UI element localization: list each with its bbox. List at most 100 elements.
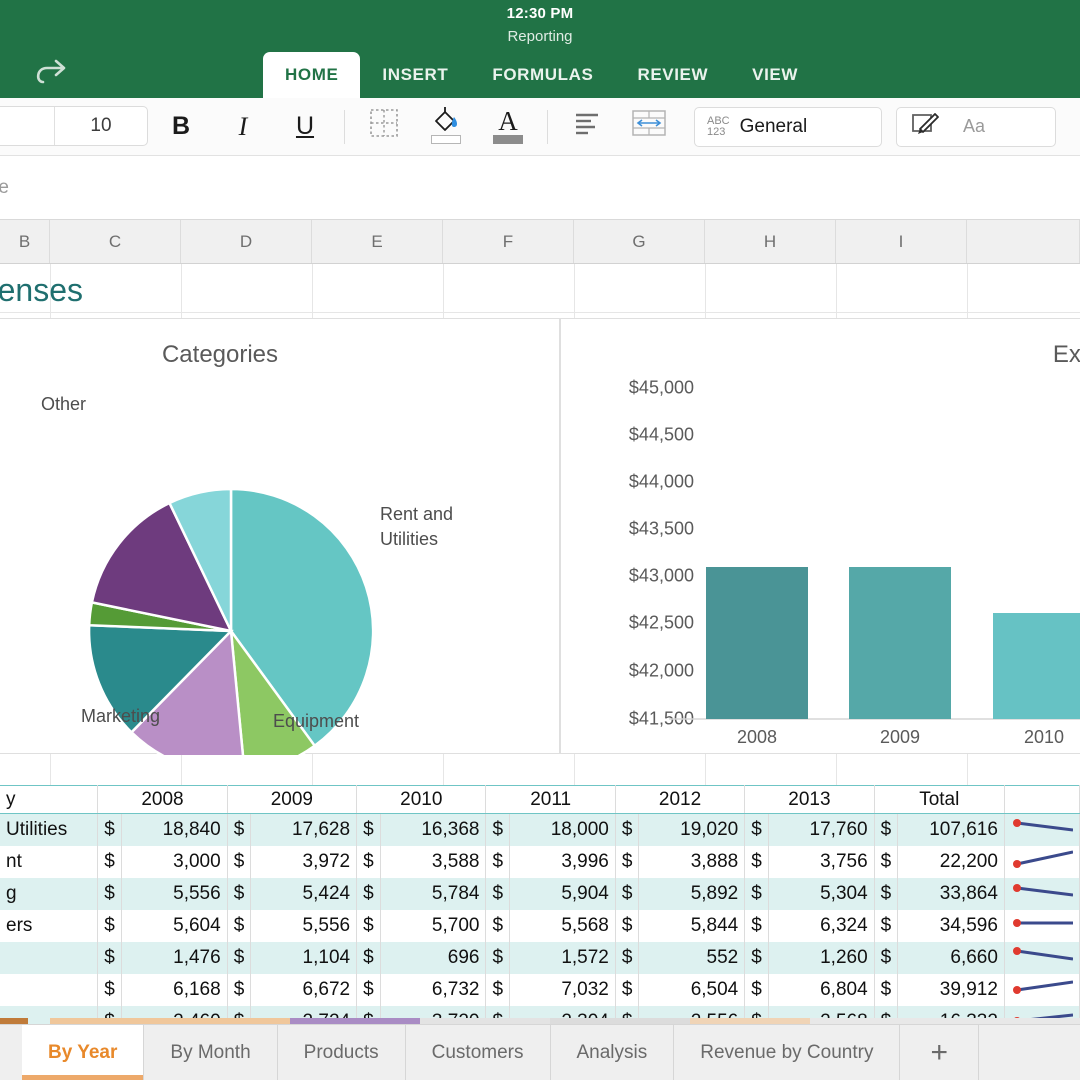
sheet-tab-by-year[interactable]: By Year xyxy=(22,1025,145,1080)
currency-symbol: $ xyxy=(874,878,899,910)
column-header-f[interactable]: F xyxy=(443,220,574,263)
row-label xyxy=(0,942,99,974)
font-size-input[interactable]: 10 xyxy=(55,107,147,145)
currency-symbol: $ xyxy=(227,878,252,910)
currency-symbol: $ xyxy=(615,942,640,974)
currency-symbol: $ xyxy=(615,910,640,942)
add-sheet-button[interactable]: + xyxy=(900,1025,979,1080)
redo-arrow-icon xyxy=(33,55,69,89)
row-label: g xyxy=(0,878,99,910)
cell-total: 34,596 xyxy=(897,910,1005,942)
sparkline-cell xyxy=(1004,846,1080,878)
currency-symbol: $ xyxy=(227,813,252,846)
cell-2010: 696 xyxy=(380,942,487,974)
cell-styles-button[interactable]: Aa xyxy=(896,106,1056,147)
currency-symbol: $ xyxy=(874,942,899,974)
tab-review[interactable]: REVIEW xyxy=(615,52,730,98)
pie-label-equipment: Equipment xyxy=(273,711,360,731)
column-header-g[interactable]: G xyxy=(574,220,705,263)
currency-symbol: $ xyxy=(356,846,381,878)
formula-bar[interactable]: re xyxy=(0,156,1080,220)
column-header-i[interactable]: I xyxy=(836,220,967,263)
tab-view[interactable]: VIEW xyxy=(730,52,820,98)
excel-app-window: 12:30 PM Reporting HOME INSERT FORMULAS … xyxy=(0,0,1080,1080)
currency-symbol: $ xyxy=(485,910,511,942)
spreadsheet-grid: oso Expenses Categories xyxy=(0,264,1080,1024)
align-left-icon xyxy=(573,111,601,142)
bar-xtick-2010: 2010 xyxy=(1023,727,1065,747)
font-name-input[interactable] xyxy=(0,107,55,145)
table-header-2009: 2009 xyxy=(227,785,358,814)
font-color-button[interactable]: A xyxy=(477,104,539,150)
cell-2011: 5,568 xyxy=(509,910,616,942)
number-format-selector[interactable]: ABC 123 General xyxy=(694,106,882,147)
sheet-title: oso Expenses xyxy=(0,272,84,308)
currency-symbol: $ xyxy=(744,910,769,942)
currency-symbol: $ xyxy=(615,974,640,1006)
column-header-j[interactable] xyxy=(967,220,1080,263)
borders-grid-icon xyxy=(370,109,398,144)
currency-symbol: $ xyxy=(356,942,381,974)
sheet-tab-by-month[interactable]: By Month xyxy=(144,1025,278,1080)
cell-2009: 17,628 xyxy=(250,813,358,846)
cell-2013: 17,760 xyxy=(768,813,875,846)
expenses-table: y 2008 2009 2010 2011 2012 2013 Total Ut… xyxy=(0,785,1080,1024)
cell-2011: 7,032 xyxy=(509,974,616,1006)
column-header-e[interactable]: E xyxy=(312,220,443,263)
currency-symbol: $ xyxy=(97,813,122,846)
bar-2010[interactable] xyxy=(993,613,1080,719)
table-row[interactable]: $ 1,476 $ 1,104 $ 696 $ 1,572 $ 552 $ 1,… xyxy=(0,942,1080,974)
column-headers: B C D E F G H I xyxy=(0,220,1080,264)
tab-formulas[interactable]: FORMULAS xyxy=(470,52,615,98)
table-header-2013: 2013 xyxy=(744,785,875,814)
currency-symbol: $ xyxy=(227,910,252,942)
currency-symbol: $ xyxy=(97,974,122,1006)
table-row[interactable]: Utilities $ 18,840 $ 17,628 $ 16,368 $ 1… xyxy=(0,813,1080,846)
italic-button[interactable]: I xyxy=(212,104,274,150)
pie-chart-panel[interactable]: Categories Rent and Utilities Equipment … xyxy=(0,318,560,755)
row-label: Utilities xyxy=(0,813,99,846)
fill-color-swatch xyxy=(431,134,461,144)
sheet-tab-revenue-by-country[interactable]: Revenue by Country xyxy=(674,1025,901,1080)
currency-symbol: $ xyxy=(485,813,511,846)
table-header-total: Total xyxy=(874,785,1005,814)
bar-xtick-2009: 2009 xyxy=(879,727,921,747)
sheet-tab-products[interactable]: Products xyxy=(278,1025,406,1080)
column-header-h[interactable]: H xyxy=(705,220,836,263)
tab-insert[interactable]: INSERT xyxy=(360,52,470,98)
table-row[interactable]: nt $ 3,000 $ 3,972 $ 3,588 $ 3,996 $ 3,8… xyxy=(0,846,1080,878)
formula-input[interactable]: re xyxy=(0,177,9,199)
sparkline-up-icon xyxy=(1012,850,1074,868)
currency-symbol: $ xyxy=(874,813,899,846)
currency-symbol: $ xyxy=(356,974,381,1006)
table-row[interactable]: ers $ 5,604 $ 5,556 $ 5,700 $ 5,568 $ 5,… xyxy=(0,910,1080,942)
align-left-button[interactable] xyxy=(556,104,618,150)
cell-2008: 5,604 xyxy=(121,910,228,942)
sheet-tab-customers[interactable]: Customers xyxy=(406,1025,551,1080)
sheet-tab-analysis[interactable]: Analysis xyxy=(551,1025,675,1080)
cell-2012: 19,020 xyxy=(638,813,746,846)
bar-2009[interactable] xyxy=(849,567,951,719)
table-header-row: y 2008 2009 2010 2011 2012 2013 Total xyxy=(0,785,1080,814)
column-header-c[interactable]: C xyxy=(50,220,181,263)
currency-symbol: $ xyxy=(744,846,769,878)
bar-2008[interactable] xyxy=(706,567,808,719)
redo-button[interactable] xyxy=(22,48,80,96)
bold-button[interactable]: B xyxy=(150,104,212,150)
underline-button[interactable]: U xyxy=(274,104,336,150)
column-header-b[interactable]: B xyxy=(0,220,50,263)
borders-button[interactable] xyxy=(353,104,415,150)
tab-home[interactable]: HOME xyxy=(263,52,361,98)
cell-2010: 3,588 xyxy=(380,846,487,878)
toolbar-divider-2 xyxy=(547,109,548,144)
bar-chart-panel[interactable]: Expenses B $41,500 $42,000 $42,500 $43,0… xyxy=(560,318,1080,754)
abc123-icon: ABC 123 xyxy=(707,114,730,138)
cell-2011: 1,572 xyxy=(509,942,616,974)
cell-total: 6,660 xyxy=(897,942,1005,974)
table-row[interactable]: g $ 5,556 $ 5,424 $ 5,784 $ 5,904 $ 5,89… xyxy=(0,878,1080,910)
fill-color-button[interactable] xyxy=(415,104,477,150)
table-row[interactable]: $ 6,168 $ 6,672 $ 6,732 $ 7,032 $ 6,504 … xyxy=(0,974,1080,1006)
merge-cells-button[interactable] xyxy=(618,104,680,150)
sparkline-cell xyxy=(1004,974,1080,1006)
column-header-d[interactable]: D xyxy=(181,220,312,263)
